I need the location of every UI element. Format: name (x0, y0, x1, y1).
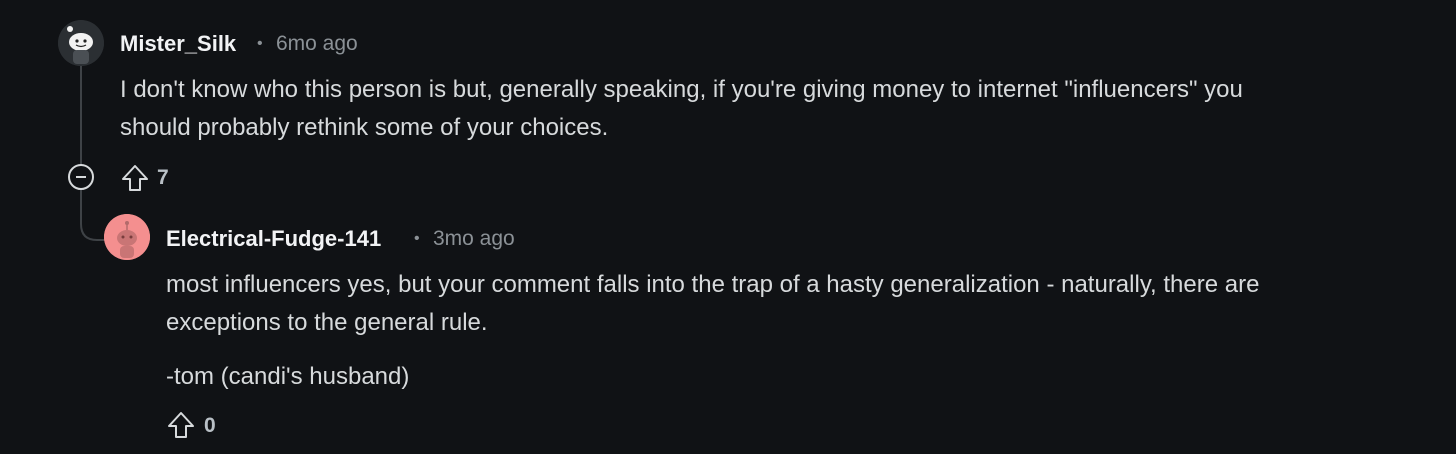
comment-body-line: exceptions to the general rule. (166, 309, 488, 336)
snoo-avatar-icon (104, 214, 150, 260)
comment-username[interactable]: Electrical-Fudge-141 (166, 226, 381, 252)
comment-body-line: I don't know who this person is but, gen… (120, 76, 1243, 103)
comment-body-line: should probably rethink some of your cho… (120, 114, 609, 141)
upvote-arrow-icon[interactable] (120, 163, 150, 193)
upvote-arrow-icon[interactable] (166, 410, 196, 440)
comment-timestamp[interactable]: 3mo ago (433, 227, 515, 251)
meta-separator: • (257, 35, 263, 52)
collapse-minus-icon[interactable] (68, 164, 94, 190)
vote-count: 0 (204, 414, 216, 437)
avatar[interactable] (58, 20, 104, 66)
avatar[interactable] (104, 214, 150, 260)
thread-line (80, 66, 82, 166)
comment-body-line: most influencers yes, but your comment f… (166, 271, 1260, 298)
comment-timestamp[interactable]: 6mo ago (276, 32, 358, 56)
meta-separator: • (414, 230, 420, 247)
snoo-avatar-icon (58, 20, 104, 66)
comment-username[interactable]: Mister_Silk (120, 31, 236, 57)
vote-count: 7 (157, 166, 169, 189)
comment-body-line: -tom (candi's husband) (166, 363, 410, 390)
